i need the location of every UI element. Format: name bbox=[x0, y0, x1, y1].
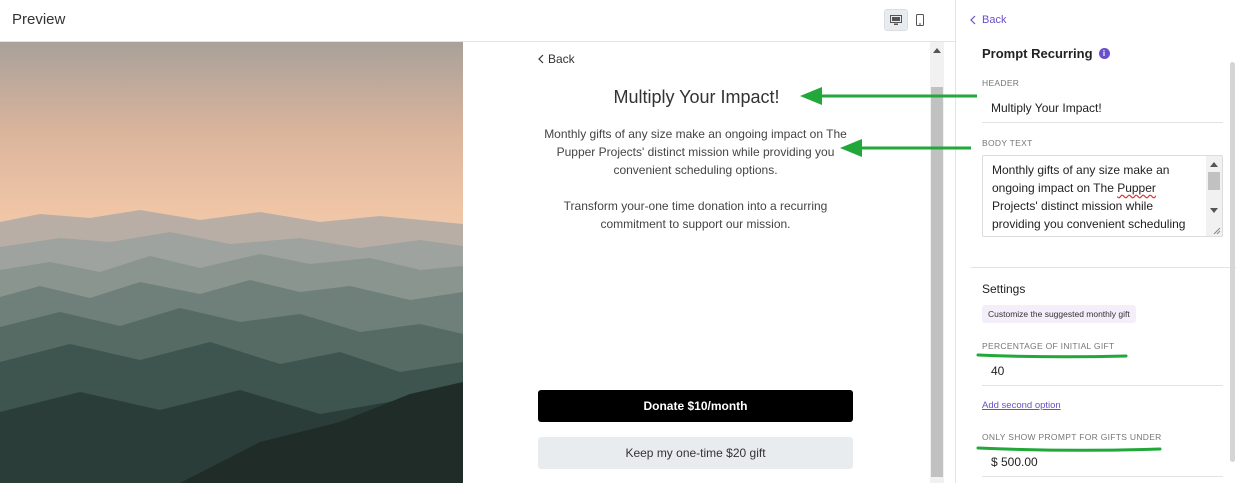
desktop-icon bbox=[890, 14, 902, 25]
panel-title-text: Prompt Recurring bbox=[982, 46, 1093, 61]
donate-monthly-button[interactable]: Donate $10/month bbox=[538, 390, 853, 422]
scroll-thumb[interactable] bbox=[931, 87, 943, 477]
scroll-up-arrow-icon[interactable] bbox=[1210, 162, 1218, 167]
preview-title: Preview bbox=[12, 11, 66, 28]
settings-panel: Back Prompt Recurring i HEADER Multiply … bbox=[955, 0, 1236, 483]
textarea-scrollbar[interactable] bbox=[1206, 156, 1222, 236]
threshold-field-label: ONLY SHOW PROMPT FOR GIFTS UNDER bbox=[982, 432, 1162, 442]
header-field[interactable]: Multiply Your Impact! bbox=[982, 95, 1223, 123]
prompt-body-text: Monthly gifts of any size make an ongoin… bbox=[544, 127, 847, 177]
chevron-left-icon bbox=[970, 15, 976, 25]
desktop-view-button[interactable] bbox=[884, 9, 908, 31]
panel-back-link[interactable]: Back bbox=[970, 14, 1006, 26]
keep-one-time-button[interactable]: Keep my one-time $20 gift bbox=[538, 437, 853, 469]
resize-handle-icon[interactable] bbox=[1212, 226, 1221, 235]
scroll-down-arrow-icon[interactable] bbox=[1210, 208, 1218, 213]
percentage-field-label: PERCENTAGE OF INITIAL GIFT bbox=[982, 341, 1115, 351]
scroll-up-arrow-icon[interactable] bbox=[933, 48, 941, 53]
prompt-content: Back Multiply Your Impact! Monthly gifts… bbox=[463, 42, 930, 483]
preview-scrollbar[interactable] bbox=[930, 42, 944, 483]
settings-title: Settings bbox=[982, 282, 1026, 296]
body-text-field-value: Monthly gifts of any size make an ongoin… bbox=[992, 163, 1186, 236]
hero-image bbox=[0, 42, 463, 483]
header-field-label: HEADER bbox=[982, 78, 1020, 88]
percentage-field[interactable]: 40 bbox=[982, 358, 1223, 386]
panel-back-label: Back bbox=[982, 14, 1007, 26]
body-text-field-label: BODY TEXT bbox=[982, 138, 1033, 148]
chevron-left-icon bbox=[538, 54, 544, 64]
content-back-link[interactable]: Back bbox=[538, 52, 575, 66]
threshold-field[interactable]: $ 500.00 bbox=[982, 449, 1223, 477]
content-back-label: Back bbox=[548, 52, 575, 66]
mobile-icon bbox=[916, 14, 924, 26]
scroll-thumb[interactable] bbox=[1208, 172, 1220, 190]
info-icon[interactable]: i bbox=[1098, 48, 1110, 59]
preview-header: Preview bbox=[0, 0, 955, 42]
panel-title: Prompt Recurring i bbox=[982, 46, 1110, 61]
panel-scrollbar[interactable] bbox=[1230, 42, 1236, 483]
prompt-header: Multiply Your Impact! bbox=[613, 87, 780, 107]
prompt-body-text-secondary: Transform your-one time donation into a … bbox=[563, 199, 828, 231]
body-text-field[interactable]: Monthly gifts of any size make an ongoin… bbox=[982, 155, 1223, 237]
mobile-view-button[interactable] bbox=[908, 9, 932, 31]
settings-badge: Customize the suggested monthly gift bbox=[982, 305, 1136, 323]
app-window: Preview Back Multiply Your Impact! Month… bbox=[0, 0, 1236, 483]
add-second-option-link[interactable]: Add second option bbox=[982, 400, 1061, 411]
scroll-thumb[interactable] bbox=[1230, 62, 1235, 462]
section-divider bbox=[971, 267, 1236, 268]
